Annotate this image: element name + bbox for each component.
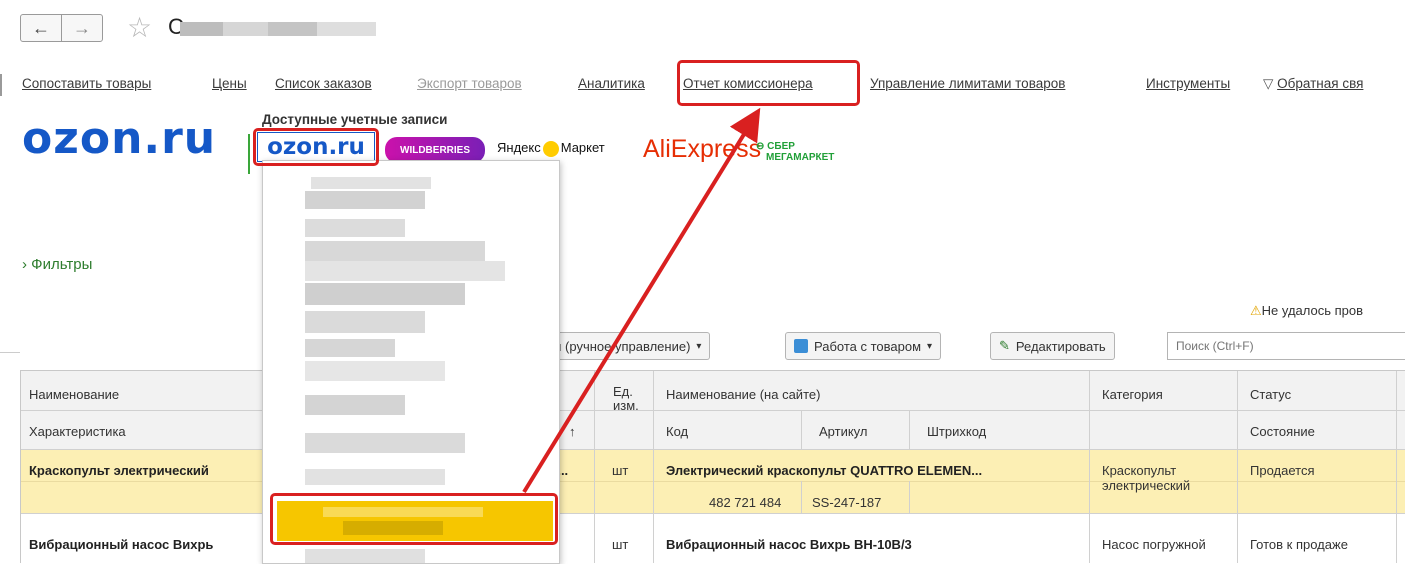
menu-tools[interactable]: Инструменты bbox=[1146, 76, 1230, 91]
dropdown-item-blurred[interactable] bbox=[305, 469, 445, 485]
menu-feedback[interactable]: ▽ Обратная свя bbox=[1263, 76, 1363, 92]
sber-icon: ⊖ bbox=[756, 141, 765, 152]
divider bbox=[0, 352, 20, 353]
col-header-site-name[interactable]: Наименование (на сайте) bbox=[658, 381, 828, 408]
menu-export[interactable]: Экспорт товаров bbox=[417, 76, 522, 91]
row-status: Готов к продаже bbox=[1250, 537, 1348, 552]
manual-management-label: ами (ручное управление) bbox=[538, 338, 691, 354]
dropdown-item-blurred[interactable] bbox=[305, 261, 505, 281]
dropdown-item-blurred[interactable] bbox=[305, 219, 405, 237]
col-header-barcode[interactable]: Штрихкод bbox=[919, 418, 994, 445]
row-category: Краскопульт электрический bbox=[1102, 463, 1191, 493]
row-product-name: Краскопульт электрический bbox=[29, 463, 209, 478]
row-unit: шт bbox=[612, 463, 629, 478]
warning-message: ⚠Не удалось пров bbox=[1250, 303, 1364, 318]
row-product-name: Вибрационный насос Вихрь bbox=[29, 537, 214, 552]
highlight-ozon-account bbox=[253, 128, 379, 166]
col-header-state[interactable]: Состояние bbox=[1242, 418, 1323, 445]
favorite-star-icon[interactable]: ☆ bbox=[127, 11, 152, 44]
megamarket-label: МЕГАМАРКЕТ bbox=[766, 152, 835, 163]
dropdown-item-blurred[interactable] bbox=[305, 283, 465, 305]
arrow-left-icon: ← bbox=[32, 17, 50, 38]
dropdown-item-blurred[interactable] bbox=[305, 311, 425, 333]
product-icon bbox=[794, 339, 808, 353]
dropdown-item-blurred[interactable] bbox=[305, 433, 465, 453]
sber-label: СБЕР bbox=[767, 141, 795, 152]
accounts-label: Доступные учетные записи bbox=[262, 112, 448, 127]
filter-icon: ▽ bbox=[1263, 76, 1274, 91]
row-site-name: Электрический краскопульт QUATTRO ELEMEN… bbox=[666, 463, 983, 478]
ozon-logo: ozon.ru bbox=[22, 113, 217, 164]
col-header-category[interactable]: Категория bbox=[1094, 381, 1171, 408]
forward-button[interactable]: → bbox=[61, 14, 103, 42]
col-header-characteristic[interactable]: Характеристика bbox=[21, 418, 134, 445]
col-header-article[interactable]: Артикул bbox=[811, 418, 875, 445]
back-button[interactable]: ← bbox=[20, 14, 62, 42]
work-with-product-label: Работа с товаром bbox=[814, 338, 922, 354]
account-yandex-market-button[interactable]: Яндекс Маркет bbox=[497, 140, 605, 157]
menu-orders[interactable]: Список заказов bbox=[275, 76, 372, 91]
row-code: 482 721 484 bbox=[709, 495, 782, 510]
chevron-down-icon: ▾ bbox=[696, 340, 702, 352]
yandex-label: Яндекс bbox=[497, 140, 541, 155]
pencil-icon: ✎ bbox=[999, 338, 1010, 353]
edit-label: Редактировать bbox=[1015, 338, 1106, 354]
edit-button[interactable]: ✎ Редактировать bbox=[990, 332, 1115, 360]
yandex-market-icon bbox=[542, 140, 559, 157]
menu-prices[interactable]: Цены bbox=[212, 76, 247, 91]
col-header-code[interactable]: Код bbox=[658, 418, 696, 445]
dropdown-item-blurred[interactable] bbox=[305, 241, 485, 261]
dropdown-item-blurred[interactable] bbox=[305, 191, 425, 209]
col-header-name[interactable]: Наименование bbox=[21, 381, 127, 408]
sort-asc-icon: ↑ bbox=[569, 424, 576, 439]
filters-toggle[interactable]: › Фильтры bbox=[22, 256, 92, 273]
dropdown-item-blurred[interactable] bbox=[305, 339, 395, 357]
row-category: Насос погружной bbox=[1102, 537, 1206, 552]
dropdown-item-blurred[interactable] bbox=[311, 177, 431, 189]
chevron-down-icon: ▾ bbox=[927, 340, 933, 352]
dropdown-item-blurred[interactable] bbox=[305, 395, 405, 415]
work-with-product-dropdown[interactable]: Работа с товаром ▾ bbox=[785, 332, 942, 360]
chevron-right-icon: › bbox=[22, 256, 27, 273]
highlight-commission-report bbox=[677, 60, 860, 106]
menu-limits[interactable]: Управление лимитами товаров bbox=[870, 76, 1065, 91]
row-status: Продается bbox=[1250, 463, 1315, 478]
row-site-name: Вибрационный насос Вихрь ВН-10В/3 bbox=[666, 537, 912, 552]
highlight-selected-account bbox=[270, 493, 558, 545]
filters-label: Фильтры bbox=[31, 256, 93, 273]
account-aliexpress-button[interactable]: AliExpress bbox=[643, 135, 761, 164]
menu-analytics[interactable]: Аналитика bbox=[578, 76, 645, 91]
row-article: SS-247-187 bbox=[812, 495, 882, 510]
arrow-right-icon: → bbox=[73, 17, 91, 38]
products-table: Наименование Характеристика ↑ Ед. изм. На… bbox=[20, 370, 1405, 563]
menu-match-products[interactable]: Сопоставить товары bbox=[22, 76, 151, 91]
dropdown-item-blurred[interactable] bbox=[305, 361, 445, 381]
col-header-status[interactable]: Статус bbox=[1242, 381, 1299, 408]
row-unit: шт bbox=[612, 537, 629, 552]
search-input[interactable] bbox=[1167, 332, 1405, 360]
col-header-unit[interactable]: Ед. изм. bbox=[609, 379, 643, 419]
warning-icon: ⚠ bbox=[1250, 303, 1262, 318]
market-label: Маркет bbox=[560, 140, 605, 155]
account-sbermegamarket-button[interactable]: ⊖ СБЕР МЕГАМАРКЕТ bbox=[756, 141, 834, 163]
dropdown-item-blurred[interactable] bbox=[305, 549, 425, 563]
window-title-blurred bbox=[180, 22, 376, 36]
active-account-indicator bbox=[248, 134, 250, 174]
